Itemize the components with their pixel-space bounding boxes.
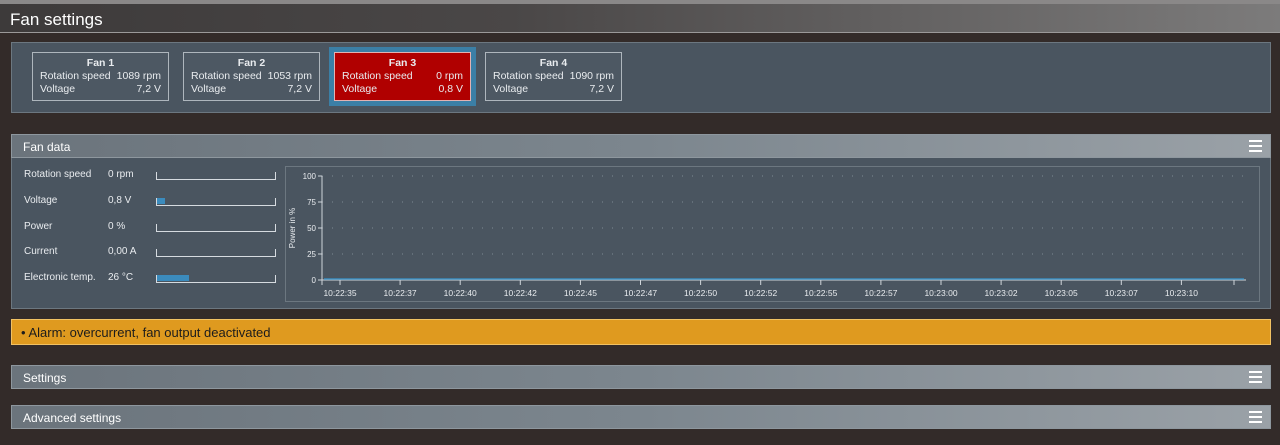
fan-speed-value: 0 rpm bbox=[436, 70, 463, 82]
fan-speed-value: 1090 rpm bbox=[569, 70, 614, 82]
fan-name: Fan 2 bbox=[237, 57, 266, 69]
hamburger-menu-icon[interactable] bbox=[1249, 140, 1262, 152]
fan-voltage-value: 7,2 V bbox=[136, 83, 161, 95]
fan-data-header[interactable]: Fan data bbox=[11, 134, 1271, 158]
chart-x-tick-label: 10:22:52 bbox=[744, 288, 777, 298]
fan-voltage-label: Voltage bbox=[40, 83, 76, 95]
chart-x-tick-label: 10:22:55 bbox=[804, 288, 837, 298]
chart-x-tick-label: 10:22:40 bbox=[444, 288, 477, 298]
metric-label: Current bbox=[24, 246, 58, 257]
power-chart: 0 25 50 75 100 Power in % 10:22:35 10:22:37 10:2… bbox=[285, 166, 1260, 302]
fan-data-panel: Rotation speed 0 rpm Voltage 0,8 V Power… bbox=[11, 158, 1271, 309]
metric-bar bbox=[156, 249, 276, 257]
fan-name: Fan 1 bbox=[86, 57, 115, 69]
title-bar: Fan settings bbox=[0, 0, 1280, 33]
chart-x-tick-label: 10:22:37 bbox=[384, 288, 417, 298]
section-title: Advanced settings bbox=[23, 411, 122, 425]
fan-voltage-label: Voltage bbox=[191, 83, 227, 95]
chart-y-axis-label: Power in % bbox=[288, 208, 297, 248]
advanced-settings-header[interactable]: Advanced settings bbox=[11, 405, 1271, 429]
alarm-text: • Alarm: overcurrent, fan output deactiv… bbox=[21, 325, 271, 340]
chart-x-tick-label: 10:23:07 bbox=[1105, 288, 1138, 298]
fan-voltage-label: Voltage bbox=[493, 83, 529, 95]
chart-x-tick-label: 10:23:00 bbox=[924, 288, 957, 298]
chart-x-tick-label: 10:22:47 bbox=[624, 288, 657, 298]
section-title: Fan data bbox=[23, 140, 71, 154]
metric-bar bbox=[156, 198, 276, 206]
fan-card-1[interactable]: Fan 1 Rotation speed 1089 rpm Voltage 7,2 … bbox=[32, 52, 169, 101]
settings-header[interactable]: Settings bbox=[11, 365, 1271, 389]
chart-x-tick-label: 10:22:42 bbox=[504, 288, 537, 298]
chart-x-tick-label: 10:22:50 bbox=[684, 288, 717, 298]
chart-x-tick-label: 10:23:02 bbox=[985, 288, 1018, 298]
chart-x-tick-label: 10:22:57 bbox=[864, 288, 897, 298]
power-chart-svg: 0 25 50 75 100 Power in % 10:22:35 10:22:37 10:2… bbox=[288, 172, 1246, 298]
alarm-banner: • Alarm: overcurrent, fan output deactiv… bbox=[11, 319, 1271, 345]
metric-bar bbox=[156, 224, 276, 232]
metric-bar-fill bbox=[157, 275, 189, 281]
fan-speed-label: Rotation speed bbox=[40, 70, 111, 82]
fan-card-2[interactable]: Fan 2 Rotation speed 1053 rpm Voltage 7,2 … bbox=[183, 52, 320, 101]
fan-speed-label: Rotation speed bbox=[191, 70, 262, 82]
fan-voltage-value: 7,2 V bbox=[287, 83, 312, 95]
chart-y-tick-label: 100 bbox=[303, 172, 317, 181]
metric-label: Power bbox=[24, 221, 53, 232]
chart-x-tick-label: 10:23:10 bbox=[1165, 288, 1198, 298]
fan-name: Fan 3 bbox=[388, 57, 417, 69]
fan-voltage-value: 7,2 V bbox=[589, 83, 614, 95]
chart-y-tick-label: 25 bbox=[307, 250, 316, 259]
fan-selector-panel: Fan 1 Rotation speed 1089 rpm Voltage 7,2 … bbox=[11, 42, 1271, 113]
chart-y-tick-label: 75 bbox=[307, 198, 316, 207]
fan-speed-value: 1089 rpm bbox=[116, 70, 161, 82]
fan-speed-label: Rotation speed bbox=[342, 70, 413, 82]
metric-label: Rotation speed bbox=[24, 169, 92, 180]
metric-bar bbox=[156, 172, 276, 180]
chart-y-tick-label: 0 bbox=[312, 276, 317, 285]
fan-voltage-value: 0,8 V bbox=[438, 83, 463, 95]
fan-card-3[interactable]: Fan 3 Rotation speed 0 rpm Voltage 0,8 V bbox=[334, 52, 471, 101]
chart-x-tick-label: 10:23:05 bbox=[1045, 288, 1078, 298]
metric-label: Electronic temp. bbox=[24, 272, 96, 283]
hamburger-menu-icon[interactable] bbox=[1249, 371, 1262, 383]
fan-card-4[interactable]: Fan 4 Rotation speed 1090 rpm Voltage 7,2 … bbox=[485, 52, 622, 101]
fan-voltage-label: Voltage bbox=[342, 83, 378, 95]
chart-x-tick-label: 10:22:45 bbox=[564, 288, 597, 298]
hamburger-menu-icon[interactable] bbox=[1249, 411, 1262, 423]
chart-x-tick-label: 10:22:35 bbox=[323, 288, 356, 298]
fan-name: Fan 4 bbox=[539, 57, 568, 69]
metric-label: Voltage bbox=[24, 195, 58, 206]
section-title: Settings bbox=[23, 371, 67, 385]
metric-bar bbox=[156, 275, 276, 283]
window-title: Fan settings bbox=[10, 10, 103, 29]
fan-speed-label: Rotation speed bbox=[493, 70, 564, 82]
fan-speed-value: 1053 rpm bbox=[267, 70, 312, 82]
metric-bar-fill bbox=[157, 198, 166, 204]
chart-y-tick-label: 50 bbox=[307, 224, 316, 233]
